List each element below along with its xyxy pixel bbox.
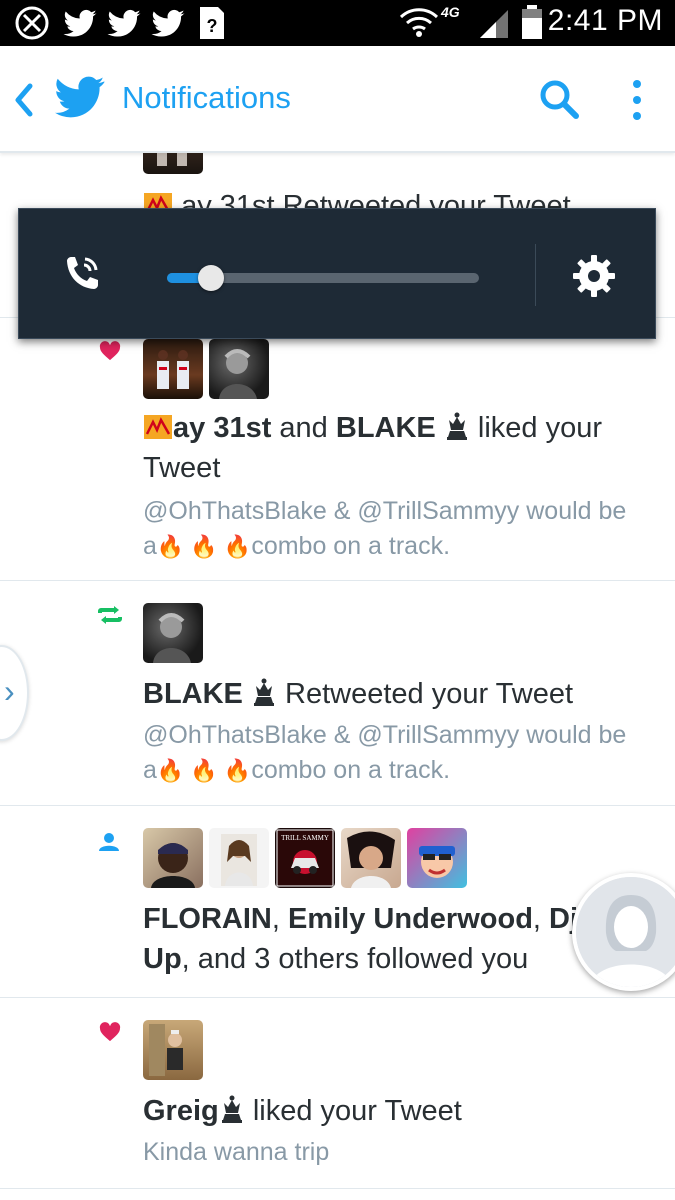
notification-row[interactable]: BLAKE Retweeted your Tweet @OhThatsBlake…	[0, 581, 675, 806]
fire-emoji-icon: 🔥 🔥 🔥	[156, 758, 252, 783]
fire-emoji-icon: 🔥 🔥 🔥	[156, 534, 252, 559]
heart-icon	[99, 341, 121, 361]
avatar[interactable]	[143, 1020, 203, 1080]
avatar-group: TRILL SAMMY	[143, 828, 467, 888]
avatar-group	[143, 1020, 203, 1080]
tweet-text-line: Kinda wanna trip	[143, 1138, 330, 1166]
action-text: Retweeted your Tweet	[285, 678, 574, 710]
avatar[interactable]	[209, 339, 269, 399]
tweet-preview[interactable]: @OhThatsBlake & @TrillSammyy would be a🔥…	[143, 718, 645, 788]
avatar-group	[143, 603, 203, 663]
actor-name[interactable]: Up	[143, 943, 182, 975]
phone-ring-icon[interactable]	[61, 253, 103, 295]
notification-text: Greig liked your Tweet	[143, 1091, 651, 1131]
avatar-group	[143, 339, 269, 399]
avatar[interactable]	[209, 828, 269, 888]
chess-queen-icon	[253, 678, 274, 706]
actor-name[interactable]: BLAKE	[143, 678, 243, 710]
marvel-shield-icon	[15, 6, 49, 40]
actor-name[interactable]: Greig	[143, 1095, 219, 1127]
notification-text: BLAKE Retweeted your Tweet	[143, 674, 651, 714]
overflow-menu-icon[interactable]	[630, 78, 644, 122]
actor-name[interactable]: Emily Underwood	[288, 903, 533, 935]
action-text: , and 3 others followed you	[181, 943, 529, 975]
svg-text:?: ?	[207, 16, 218, 36]
wifi-icon	[399, 8, 439, 37]
divider	[535, 244, 536, 306]
twitter-icon	[151, 9, 185, 37]
back-arrow-icon[interactable]	[10, 80, 36, 120]
tweet-text-line: a🔥 🔥 🔥combo on a track.	[143, 532, 451, 560]
notification-text: ay 31st and BLAKE liked your Tweet	[143, 408, 651, 488]
avatar[interactable]	[407, 828, 467, 888]
default-avatar-icon	[576, 877, 675, 987]
chess-queen-icon	[221, 1095, 242, 1123]
volume-slider-thumb[interactable]	[197, 265, 224, 291]
avatar[interactable]	[143, 339, 203, 399]
search-icon[interactable]	[538, 78, 580, 120]
svg-text:TRILL SAMMY: TRILL SAMMY	[281, 834, 329, 842]
tweet-preview[interactable]: @OhThatsBlake & @TrillSammyy would be a🔥…	[143, 494, 645, 564]
twitter-logo-icon[interactable]	[55, 76, 105, 122]
unknown-app-icon: ?	[200, 7, 224, 39]
connector-text: and	[279, 412, 328, 444]
volume-panel	[18, 208, 656, 339]
actor-name[interactable]: ay 31st	[173, 412, 271, 444]
person-icon	[99, 833, 119, 851]
avatar[interactable]	[143, 603, 203, 663]
page-title: Notifications	[122, 80, 291, 115]
tweet-text-line: @OhThatsBlake & @TrillSammyy would be	[143, 497, 627, 525]
heart-icon	[99, 1022, 121, 1042]
action-text: liked your Tweet	[252, 1095, 462, 1127]
tweet-text-line: a🔥 🔥 🔥combo on a track.	[143, 756, 451, 784]
volume-slider[interactable]	[167, 265, 479, 291]
retweet-icon	[98, 606, 122, 624]
avatar[interactable]: TRILL SAMMY	[275, 828, 335, 888]
notification-row[interactable]: TRILL SAMMY FLORAIN, Emily Underwood, Dj…	[0, 806, 675, 998]
app-bar: Notifications	[0, 46, 675, 153]
battery-icon	[522, 5, 542, 39]
tweet-text-line: @OhThatsBlake & @TrillSammyy would be	[143, 721, 627, 749]
avatar[interactable]	[341, 828, 401, 888]
network-type-label: 4G	[441, 4, 460, 20]
actor-name[interactable]: FLORAIN	[143, 903, 272, 935]
notification-row[interactable]: ay 31st and BLAKE liked your Tweet @OhTh…	[0, 318, 675, 581]
gear-icon[interactable]	[572, 254, 616, 298]
signal-icon	[480, 10, 508, 38]
chess-queen-icon	[446, 412, 467, 440]
clock: 2:41 PM	[547, 4, 663, 37]
twitter-icon	[107, 9, 141, 37]
notification-row[interactable]: Greig liked your Tweet Kinda wanna trip	[0, 998, 675, 1189]
twitter-icon	[63, 9, 97, 37]
avatar[interactable]	[143, 828, 203, 888]
status-bar: ? 4G 2:41 PM	[0, 0, 675, 46]
chevron-right-icon: ›	[4, 673, 15, 709]
flag-emoji-icon	[144, 415, 172, 439]
actor-name[interactable]: BLAKE	[336, 412, 436, 444]
tweet-preview[interactable]: Kinda wanna trip	[143, 1135, 645, 1170]
